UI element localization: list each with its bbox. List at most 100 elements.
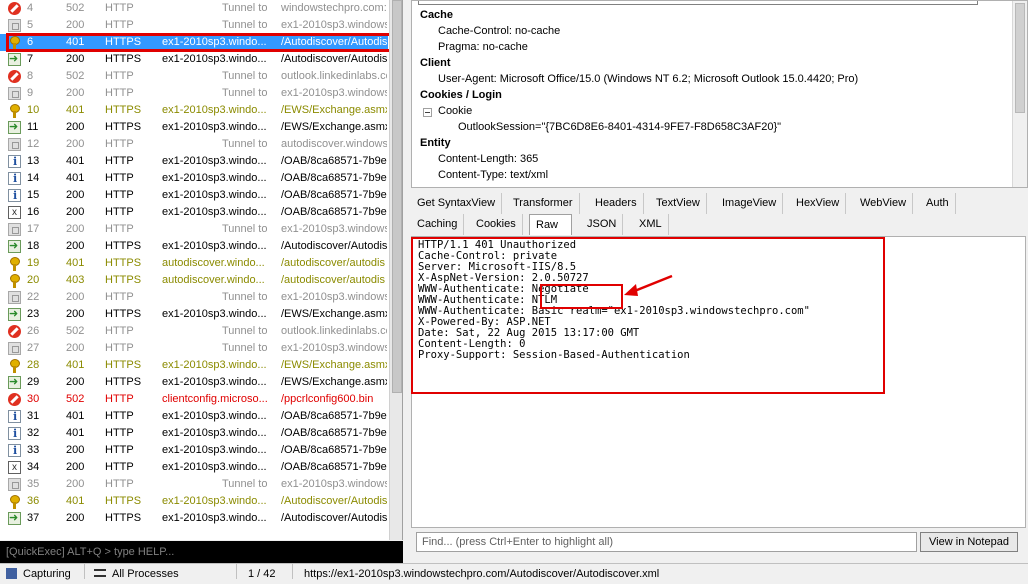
sessions-panel: 4 502 HTTP Tunnel to windowstechpro.com: 5 200…: [0, 0, 403, 540]
sessions-scrollbar[interactable]: [389, 0, 402, 540]
tab-webview[interactable]: WebView: [854, 193, 914, 214]
session-host: clientconfig.microso...: [162, 393, 268, 405]
session-url: /OAB/8ca68571-7b9e: [281, 172, 387, 184]
session-row[interactable]: 33 200 HTTP ex1-2010sp3.windo... /OAB/8ca685…: [0, 442, 388, 459]
session-row[interactable]: 32 401 HTTP ex1-2010sp3.windo... /OAB/8ca685…: [0, 425, 388, 442]
session-row[interactable]: 7 200 HTTPS ex1-2010sp3.windo... /Autodiscov…: [0, 51, 388, 68]
tab-imageview[interactable]: ImageView: [716, 193, 784, 214]
session-number: 16: [27, 206, 40, 218]
view-in-notepad-button[interactable]: View in Notepad: [920, 532, 1018, 552]
session-row[interactable]: 17 200 HTTP Tunnel to ex1-2010sp3.windows: [0, 221, 388, 238]
session-url: /OAB/8ca68571-7b9e: [281, 206, 387, 218]
session-host: ex1-2010sp3.windo...: [162, 172, 267, 184]
session-host: ex1-2010sp3.windo...: [162, 410, 267, 422]
session-row[interactable]: 10 401 HTTPS ex1-2010sp3.windo... /EWS/Excha…: [0, 102, 388, 119]
session-row[interactable]: 16 200 HTTP ex1-2010sp3.windo... /OAB/8ca685…: [0, 204, 388, 221]
info-icon: [8, 153, 24, 170]
tab-json[interactable]: JSON: [581, 214, 624, 235]
session-row[interactable]: 4 502 HTTP Tunnel to windowstechpro.com:: [0, 0, 388, 17]
session-number: 37: [27, 512, 40, 524]
session-protocol: HTTP: [105, 189, 134, 201]
session-result: 403: [66, 274, 85, 286]
session-number: 19: [27, 257, 40, 269]
find-input[interactable]: Find... (press Ctrl+Enter to highlight a…: [416, 532, 917, 552]
collapse-icon[interactable]: [423, 108, 432, 117]
session-row[interactable]: 35 200 HTTP Tunnel to ex1-2010sp3.windows: [0, 476, 388, 493]
session-number: 20: [27, 274, 40, 286]
group-cookies-login[interactable]: Cookies / Login: [420, 89, 502, 101]
session-row[interactable]: 34 200 HTTP ex1-2010sp3.windo... /OAB/8ca685…: [0, 459, 388, 476]
group-cache[interactable]: Cache: [420, 9, 453, 21]
session-row[interactable]: 11 200 HTTPS ex1-2010sp3.windo... /EWS/Excha…: [0, 119, 388, 136]
session-url: /Autodiscover/Autodis: [281, 240, 387, 252]
tab-hexview[interactable]: HexView: [790, 193, 847, 214]
session-row[interactable]: 36 401 HTTPS ex1-2010sp3.windo... /Autodisco…: [0, 493, 388, 510]
session-row[interactable]: 22 200 HTTP Tunnel to ex1-2010sp3.windows: [0, 289, 388, 306]
session-number: 5: [27, 19, 34, 31]
session-row[interactable]: 30 502 HTTP clientconfig.microso... /ppcrlco…: [0, 391, 388, 408]
session-row[interactable]: 13 401 HTTP ex1-2010sp3.windo... /OAB/8ca685…: [0, 153, 388, 170]
session-protocol: HTTP: [105, 155, 134, 167]
session-host: ex1-2010sp3.windo...: [162, 512, 267, 524]
session-row[interactable]: 20 403 HTTPS autodiscover.windo... /autodisc…: [0, 272, 388, 289]
session-number: 4: [27, 2, 34, 14]
scrollbar-thumb[interactable]: [392, 0, 402, 393]
session-protocol: HTTP: [105, 206, 134, 218]
group-client[interactable]: Client: [420, 57, 451, 69]
session-row[interactable]: 31 401 HTTP ex1-2010sp3.windo... /OAB/8ca685…: [0, 408, 388, 425]
process-filter[interactable]: All Processes: [94, 564, 179, 584]
arrow-icon: [8, 306, 24, 323]
tab-raw[interactable]: Raw: [529, 214, 572, 235]
tab-auth[interactable]: Auth: [920, 193, 956, 214]
capturing-toggle[interactable]: Capturing: [6, 564, 71, 584]
session-row[interactable]: 27 200 HTTP Tunnel to ex1-2010sp3.windows: [0, 340, 388, 357]
session-host: ex1-2010sp3.windo...: [162, 121, 267, 133]
session-row[interactable]: 9 200 HTTP Tunnel to ex1-2010sp3.windows: [0, 85, 388, 102]
session-row[interactable]: 15 200 HTTP ex1-2010sp3.windo... /OAB/8ca685…: [0, 187, 388, 204]
session-row[interactable]: 14 401 HTTP ex1-2010sp3.windo... /OAB/8ca685…: [0, 170, 388, 187]
session-host: Tunnel to: [222, 87, 268, 99]
session-row[interactable]: 28 401 HTTPS ex1-2010sp3.windo... /EWS/Excha…: [0, 357, 388, 374]
session-number: 35: [27, 478, 40, 490]
session-result: 200: [66, 291, 85, 303]
session-row[interactable]: 6 401 HTTPS ex1-2010sp3.windo... /Autodiscov…: [0, 34, 388, 51]
request-scrollbar[interactable]: [1012, 1, 1027, 187]
session-row[interactable]: 19 401 HTTPS autodiscover.windo... /autodisc…: [0, 255, 388, 272]
session-host: Tunnel to: [222, 2, 268, 14]
session-row[interactable]: 8 502 HTTP Tunnel to outlook.linkedinlabs.co: [0, 68, 388, 85]
response-raw-view[interactable]: HTTP/1.1 401 Unauthorized Cache-Control: …: [411, 236, 1026, 528]
session-row[interactable]: 23 200 HTTPS ex1-2010sp3.windo... /EWS/Excha…: [0, 306, 388, 323]
session-result: 200: [66, 87, 85, 99]
response-text: HTTP/1.1 401 Unauthorized Cache-Control: …: [418, 240, 810, 361]
session-row[interactable]: 18 200 HTTPS ex1-2010sp3.windo... /Autodisco…: [0, 238, 388, 255]
session-row[interactable]: 26 502 HTTP Tunnel to outlook.linkedinlabs.c…: [0, 323, 388, 340]
session-result: 200: [66, 206, 85, 218]
scrollbar-thumb[interactable]: [1015, 3, 1025, 113]
tab-textview[interactable]: TextView: [650, 193, 707, 214]
session-row[interactable]: 5 200 HTTP Tunnel to ex1-2010sp3.windows: [0, 17, 388, 34]
response-line: Proxy-Support: Session-Based-Authenticat…: [418, 349, 690, 361]
quickexec-input[interactable]: [QuickExec] ALT+Q > type HELP...: [0, 541, 403, 563]
tab-caching[interactable]: Caching: [411, 214, 465, 235]
pane-splitter[interactable]: [403, 0, 411, 563]
tab-get-syntaxview[interactable]: Get SyntaxView: [411, 193, 503, 214]
session-number: 33: [27, 444, 40, 456]
session-row[interactable]: 29 200 HTTPS ex1-2010sp3.windo... /EWS/Excha…: [0, 374, 388, 391]
session-protocol: HTTP: [105, 2, 134, 14]
key-icon: [8, 357, 24, 374]
tab-xml[interactable]: XML: [633, 214, 669, 235]
session-row[interactable]: 12 200 HTTP Tunnel to autodiscover.windows: [0, 136, 388, 153]
tab-transformer[interactable]: Transformer: [507, 193, 580, 214]
session-number: 29: [27, 376, 40, 388]
tab-cookies[interactable]: Cookies: [470, 214, 523, 235]
session-number: 36: [27, 495, 40, 507]
tab-headers[interactable]: Headers: [589, 193, 644, 214]
session-host: Tunnel to: [222, 291, 268, 303]
group-entity[interactable]: Entity: [420, 137, 451, 149]
session-host: ex1-2010sp3.windo...: [162, 206, 267, 218]
session-result: 200: [66, 478, 85, 490]
session-row[interactable]: 37 200 HTTPS ex1-2010sp3.windo... /Autodisco…: [0, 510, 388, 527]
session-result: 200: [66, 53, 85, 65]
session-protocol: HTTPS: [105, 495, 142, 507]
session-protocol: HTTPS: [105, 257, 142, 269]
